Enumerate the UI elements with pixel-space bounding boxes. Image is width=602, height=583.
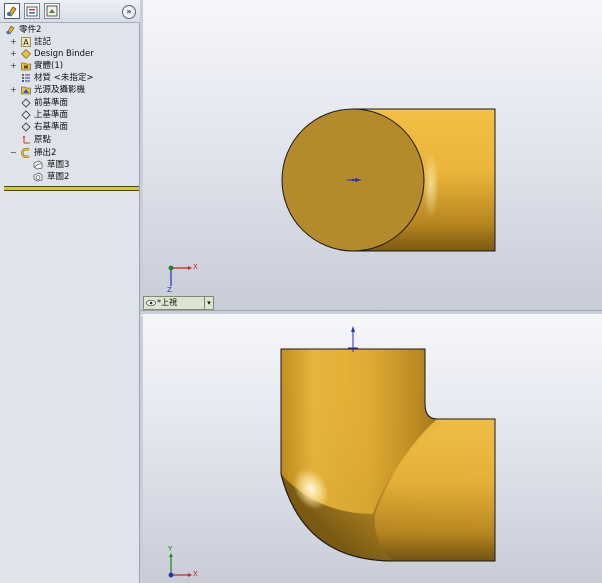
- tree-item-sketch3[interactable]: 草圖3: [0, 159, 140, 171]
- tree-item-root[interactable]: 零件2: [0, 24, 140, 36]
- part-icon: [6, 25, 15, 35]
- expand-toggle[interactable]: +: [10, 86, 17, 94]
- featuremanager-icon: [7, 6, 17, 17]
- solid-bodies-folder-icon: [21, 62, 31, 71]
- lights-cameras-icon: [21, 86, 31, 95]
- tree-item-label: Design Binder: [34, 49, 94, 59]
- tree-item-label: 零件2: [19, 25, 42, 35]
- viewport-top-view[interactable]: X Z: [143, 0, 602, 310]
- coordinate-triad: [168, 553, 192, 578]
- tree-item-design-binder[interactable]: + Design Binder: [0, 48, 140, 60]
- feature-manager-panel: » 零件2 + A 註記 + Design Binder + 實體(1) 材質 …: [0, 0, 140, 583]
- tree-item-front-plane[interactable]: 前基準面: [0, 97, 140, 109]
- tree-item-label: 草圖2: [47, 172, 70, 182]
- tree-item-label: 光源及攝影機: [34, 85, 86, 95]
- sketch-icon: [33, 160, 43, 170]
- tree-item-sketch2[interactable]: 草圖2: [0, 171, 140, 183]
- annotations-icon: A: [21, 37, 31, 47]
- tree-item-label: 草圖3: [47, 160, 70, 170]
- plane-icon: [21, 98, 31, 108]
- design-binder-icon: [21, 49, 31, 59]
- triad-z-label: Z: [167, 286, 172, 294]
- sketch-icon: [33, 172, 43, 182]
- tree-item-annotations[interactable]: + A 註記: [0, 36, 140, 48]
- sketch-point-marker: [348, 326, 358, 352]
- material-icon: [22, 74, 30, 82]
- manager-tab-bar: »: [0, 0, 140, 23]
- plane-icon: [21, 122, 31, 132]
- propertymanager-icon: [26, 6, 38, 17]
- coordinate-triad: [168, 265, 192, 286]
- plane-icon: [21, 110, 31, 120]
- configurationmanager-tab[interactable]: [44, 3, 60, 19]
- expand-toggle[interactable]: +: [10, 38, 17, 46]
- tree-item-label: 實體(1): [34, 61, 64, 71]
- triad-x-label: X: [193, 263, 198, 271]
- expand-toggle[interactable]: +: [10, 62, 17, 70]
- tree-item-right-plane[interactable]: 右基準面: [0, 121, 140, 133]
- tree-item-top-plane[interactable]: 上基準面: [0, 109, 140, 121]
- svg-text:A: A: [23, 38, 29, 47]
- tree-item-solid-bodies[interactable]: + 實體(1): [0, 60, 140, 72]
- viewport-front-view[interactable]: X Y: [143, 314, 602, 583]
- origin-icon: [22, 135, 30, 144]
- expand-toggle[interactable]: +: [10, 50, 17, 58]
- tree-item-label: 前基準面: [34, 98, 69, 108]
- view-name: *上視: [157, 298, 177, 307]
- tree-item-label: 上基準面: [34, 110, 69, 120]
- tree-item-label: 註記: [34, 37, 52, 47]
- tree-item-material[interactable]: 材質 <未指定>: [0, 72, 140, 84]
- tree-item-label: 右基準面: [34, 122, 69, 132]
- sweep-icon: [21, 148, 30, 158]
- propertymanager-tab[interactable]: [24, 3, 40, 19]
- view-dropdown-arrow[interactable]: ▾: [204, 297, 213, 309]
- tree-item-label: 掃出2: [34, 148, 57, 158]
- specular-highlight: [423, 151, 439, 219]
- rollback-bar[interactable]: [4, 186, 139, 191]
- tree-item-label: 原點: [34, 135, 52, 145]
- featuremanager-tab[interactable]: [4, 3, 20, 19]
- view-icon: [146, 299, 156, 307]
- view-orientation-selector[interactable]: *上視 ▾: [143, 296, 214, 310]
- front-view-model: [168, 326, 496, 578]
- collapse-toggle[interactable]: −: [10, 149, 17, 157]
- expand-panel-button[interactable]: »: [122, 5, 136, 19]
- configurationmanager-icon: [46, 5, 58, 17]
- tree-item-sweep2[interactable]: − 掃出2: [0, 147, 140, 159]
- triad-y-label: Y: [168, 545, 173, 553]
- tree-item-lights-cameras[interactable]: + 光源及攝影機: [0, 84, 140, 96]
- top-view-model: [168, 108, 496, 286]
- tree-item-label: 材質 <未指定>: [34, 73, 94, 83]
- triad-x-label: X: [193, 570, 198, 578]
- tree-item-origin[interactable]: 原點: [0, 134, 140, 146]
